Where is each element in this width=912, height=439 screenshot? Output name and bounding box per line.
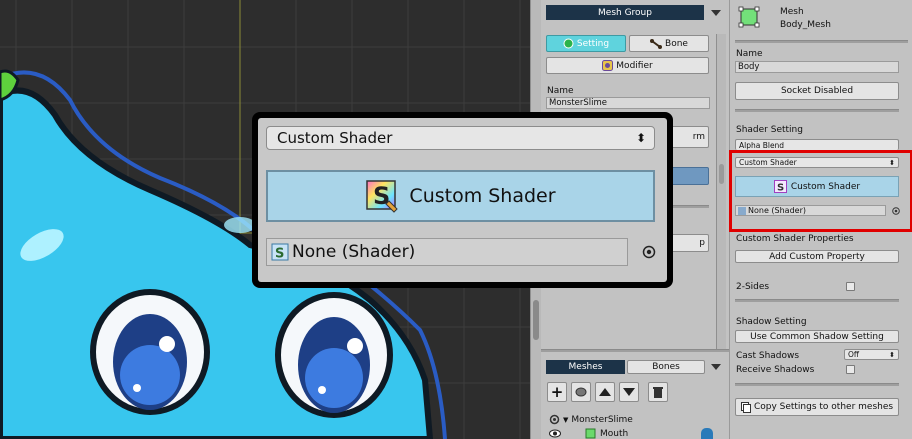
slime-right-eye [275, 292, 393, 418]
layer-button[interactable] [571, 382, 591, 402]
modifier-icon [602, 60, 614, 71]
add-icon: + [550, 383, 564, 401]
bottom-collapse-arrow-icon[interactable] [711, 364, 721, 370]
tab-meshes[interactable]: Meshes [546, 360, 625, 374]
mesh-group-icon [549, 414, 560, 425]
visibility-icon[interactable] [549, 429, 561, 438]
setup-button-label: p [699, 238, 705, 248]
custom-props-label: Custom Shader Properties [736, 234, 854, 244]
inspector-panel: Mesh Body_Mesh Name Body Socket Disabled… [729, 0, 912, 439]
add-property-button[interactable]: Add Custom Property [735, 250, 899, 263]
tree-root-row[interactable]: ▼ MonsterSlime [549, 414, 633, 425]
blend-mode-dropdown[interactable]: Alpha Blend [735, 139, 899, 150]
name-field[interactable]: Body [735, 61, 899, 73]
tree-item-badge [701, 428, 713, 439]
callout-custom-shader-button[interactable]: S Custom Shader [266, 170, 655, 222]
tab-bones[interactable]: Bones [627, 360, 705, 374]
socket-button-label: Socket Disabled [780, 86, 854, 96]
mesh-group-scrollbar[interactable] [716, 34, 726, 352]
modifier-label: Modifier [616, 60, 653, 71]
mesh-group-header: Mesh Group [546, 5, 704, 20]
mesh-icon-small [585, 428, 596, 439]
modifier-button[interactable]: Modifier [546, 57, 709, 74]
receive-shadows-checkbox[interactable] [846, 365, 855, 374]
mesh-type-label: Mesh [780, 7, 804, 17]
highlight-box [729, 150, 912, 232]
tab-bones-label: Bones [652, 362, 680, 372]
tree-child-row[interactable]: Mouth [549, 428, 628, 439]
setup-button[interactable]: p [671, 234, 709, 252]
two-sides-checkbox[interactable] [846, 282, 855, 291]
inspector-sep-4 [735, 383, 899, 386]
copy-settings-label: Copy Settings to other meshes [753, 402, 894, 412]
callout-shader-object-field[interactable]: S None (Shader) [266, 238, 628, 266]
mid-separator [671, 205, 709, 208]
inspector-sep-2 [735, 109, 899, 112]
callout-custom-shader-label: Custom Shader [409, 185, 556, 207]
layer-icon [575, 387, 587, 397]
mesh-group-name-field[interactable]: MonsterSlime [546, 97, 710, 109]
callout-shader-dropdown-value: Custom Shader [277, 129, 393, 147]
inspector-sep-1 [735, 40, 908, 43]
svg-text:S: S [275, 247, 284, 262]
tree-root-label: MonsterSlime [571, 414, 633, 425]
tab-setting-label: Setting [576, 38, 610, 49]
tab-bone[interactable]: Bone [629, 35, 709, 52]
move-up-button[interactable] [595, 382, 615, 402]
delete-button[interactable] [648, 382, 668, 402]
collapse-arrow-icon[interactable] [711, 10, 721, 16]
cast-shadows-label: Cast Shadows [736, 351, 800, 361]
common-shadow-button[interactable]: Use Common Shadow Setting [735, 330, 899, 343]
name-label: Name [736, 49, 763, 59]
callout-shader-small-icon: S [271, 243, 289, 261]
two-sides-label: 2-Sides [736, 282, 770, 292]
callout-shader-icon: S [365, 179, 399, 213]
cast-shadows-dropdown[interactable]: Off ⬍ [844, 349, 899, 360]
add-property-label: Add Custom Property [769, 251, 865, 262]
mesh-name-label: Body_Mesh [780, 20, 831, 30]
callout-shader-dropdown[interactable]: Custom Shader ⬍ [266, 126, 655, 150]
callout-target-icon[interactable] [642, 245, 656, 259]
callout-shader-object-value: None (Shader) [292, 242, 416, 262]
inspector-sep-3 [735, 299, 899, 302]
arrow-down-icon [623, 388, 635, 396]
receive-shadows-label: Receive Shadows [736, 365, 815, 375]
move-down-button[interactable] [619, 382, 639, 402]
blend-mode-value: Alpha Blend [739, 140, 785, 150]
shadow-setting-label: Shadow Setting [736, 317, 807, 327]
socket-button[interactable]: Socket Disabled [735, 82, 899, 100]
common-shadow-label: Use Common Shadow Setting [750, 331, 884, 342]
tree-expand-icon[interactable]: ▼ [563, 416, 568, 424]
arrow-up-icon [599, 388, 611, 396]
transform-button[interactable]: rm [671, 126, 709, 148]
zoom-callout-content: Custom Shader ⬍ S Custom Shader S None (… [258, 118, 667, 282]
mesh-group-name-label: Name [547, 86, 574, 96]
setting-icon [563, 38, 574, 49]
tab-bone-label: Bone [665, 38, 688, 49]
copy-icon [740, 401, 751, 413]
cast-shadows-arrows-icon: ⬍ [889, 350, 895, 359]
tab-setting[interactable]: Setting [546, 35, 626, 52]
shader-setting-label: Shader Setting [736, 125, 803, 135]
tree-child-label: Mouth [600, 428, 629, 439]
slime-left-eye [90, 289, 210, 415]
transform-button-label: rm [692, 132, 705, 142]
bone-icon [650, 38, 663, 49]
copy-settings-button[interactable]: Copy Settings to other meshes [735, 398, 899, 416]
bottom-divider [541, 349, 729, 352]
selected-item-button[interactable] [671, 167, 709, 185]
cast-shadows-value: Off [848, 350, 860, 359]
mesh-icon [738, 6, 760, 28]
zoom-callout: Custom Shader ⬍ S Custom Shader S None (… [252, 112, 673, 288]
callout-dropdown-arrows-icon: ⬍ [635, 131, 646, 145]
trash-icon [653, 386, 663, 398]
add-mesh-button[interactable]: + [547, 382, 567, 402]
